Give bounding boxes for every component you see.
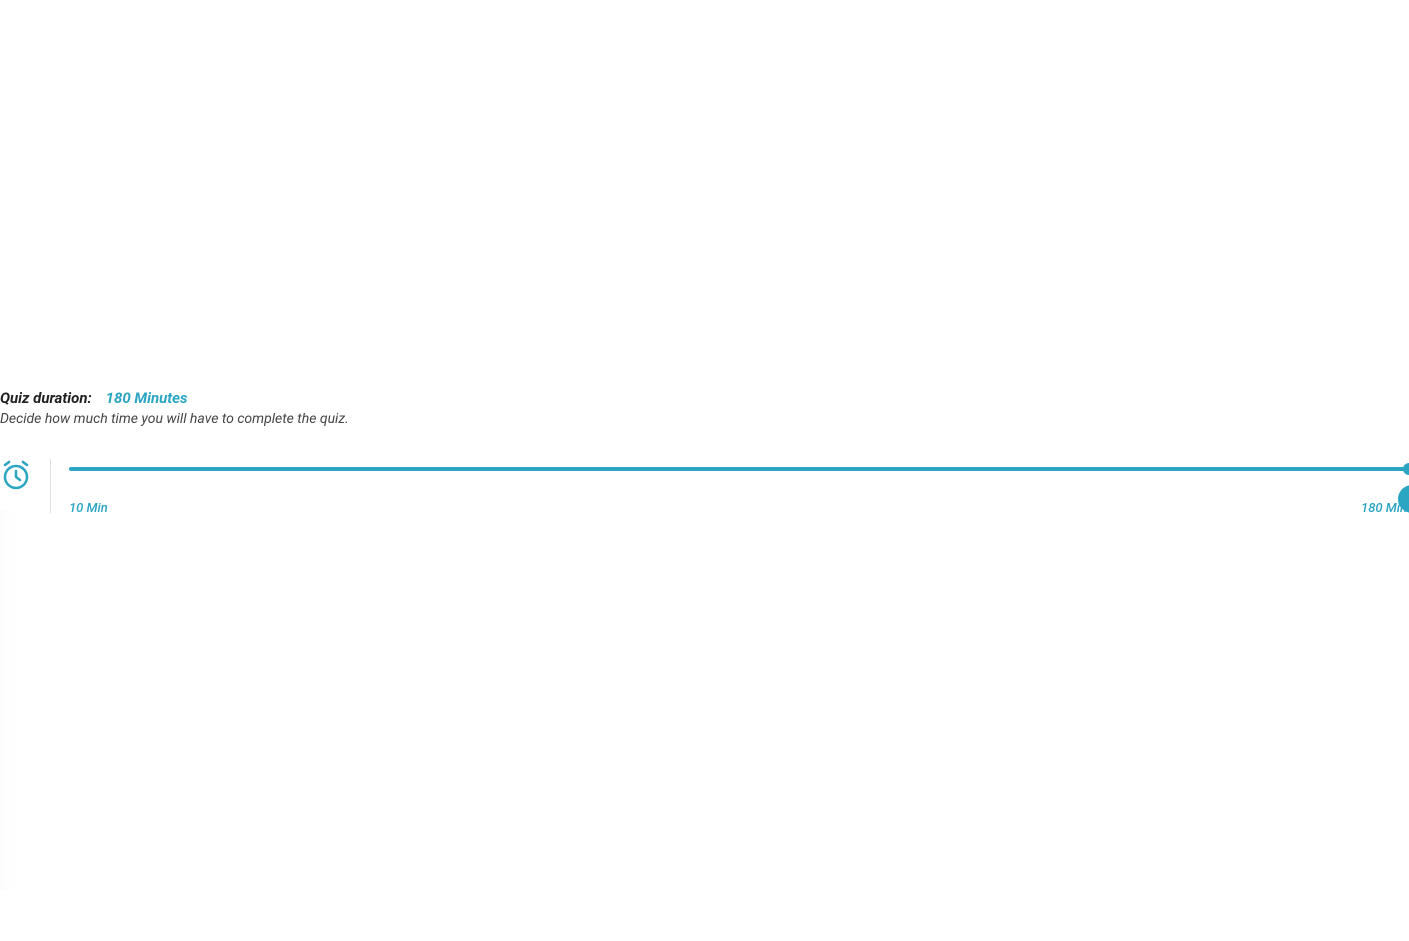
slider-min-label: 10 Min — [69, 501, 108, 516]
quiz-duration-section: Quiz duration: 180 Minutes Decide how mu… — [0, 388, 1409, 516]
slider-labels: 10 Min 180 Min — [69, 501, 1409, 516]
duration-slider-container: 10 Min 180 Min — [69, 459, 1409, 516]
title-row: Quiz duration: 180 Minutes — [0, 388, 1409, 407]
vertical-divider — [50, 459, 51, 513]
slider-thumb[interactable] — [1403, 463, 1409, 475]
alarm-clock-icon — [0, 459, 32, 491]
slider-row: 10 Min 180 Min — [0, 459, 1409, 516]
clock-icon-wrapper — [0, 459, 32, 495]
duration-label: Quiz duration: — [0, 389, 92, 407]
decorative-gradient — [0, 510, 20, 890]
duration-subtitle: Decide how much time you will have to co… — [0, 411, 1409, 427]
duration-value: 180 Minutes — [106, 389, 188, 407]
duration-slider[interactable] — [69, 467, 1409, 471]
